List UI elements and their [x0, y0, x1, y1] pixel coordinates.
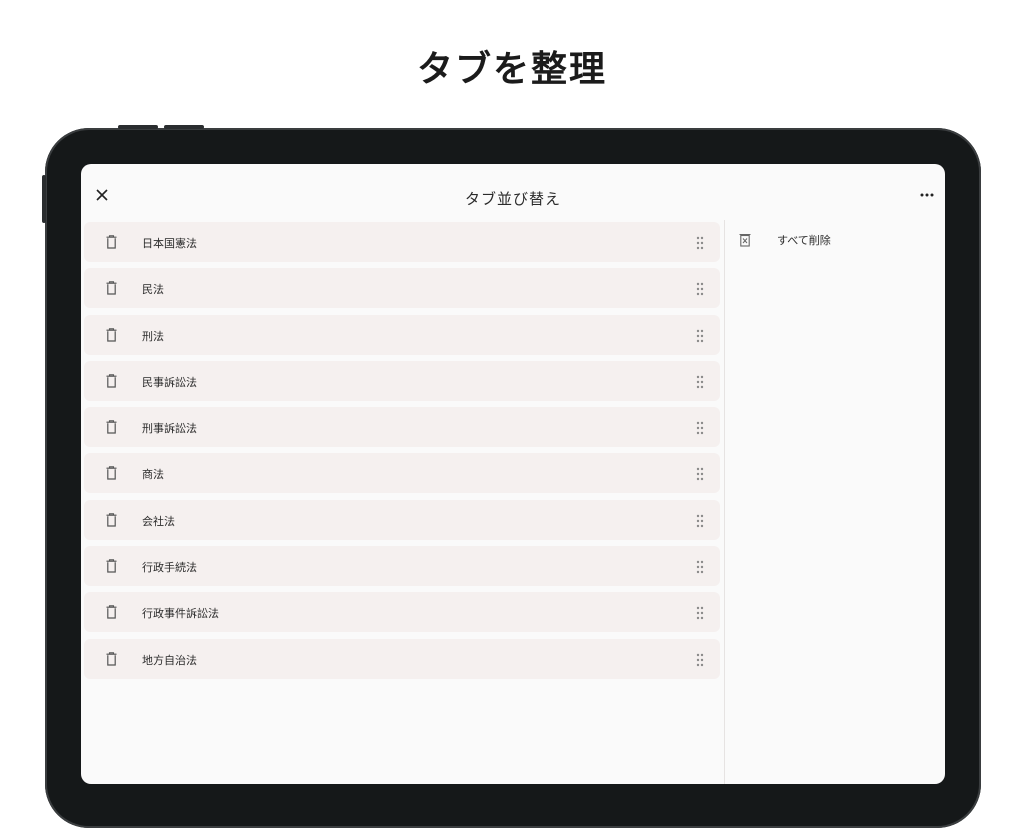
drag-handle[interactable] [696, 281, 704, 296]
top-bar: タブ並び替え [81, 164, 945, 220]
tab-row[interactable]: 会社法 [84, 499, 720, 540]
tab-row[interactable]: 商法 [84, 453, 720, 494]
tab-label: 日本国憲法 [142, 237, 197, 250]
tab-row[interactable]: 行政手続法 [84, 546, 720, 587]
drag-handle[interactable] [696, 559, 704, 574]
trash-icon [106, 605, 117, 619]
app-screen: タブ並び替え 日本国憲法 民法 刑法 民事訴訟法 刑事訴訟法 商法 会社法 行政… [81, 164, 945, 784]
delete-all-icon [739, 232, 751, 247]
volume-button [118, 125, 158, 129]
delete-tab-button[interactable] [106, 419, 120, 435]
drag-handle-icon [696, 468, 704, 481]
tab-row[interactable]: 民事訴訟法 [84, 360, 720, 401]
drag-handle-icon [696, 653, 704, 666]
tab-label: 刑事訴訟法 [142, 422, 197, 436]
tab-label: 商法 [142, 468, 164, 482]
more-button[interactable] [917, 186, 937, 202]
delete-tab-button[interactable] [106, 651, 120, 667]
trash-icon [106, 420, 117, 434]
drag-handle-icon [696, 421, 704, 435]
side-button [42, 175, 46, 223]
drag-handle[interactable] [696, 235, 704, 250]
tab-label: 行政事件訴訟法 [142, 607, 219, 621]
tab-label: 民事訴訟法 [142, 375, 197, 389]
delete-tab-button[interactable] [106, 327, 120, 343]
trash-icon [106, 466, 117, 481]
drag-handle-icon [696, 514, 704, 527]
drag-handle-icon [696, 283, 704, 296]
delete-tab-button[interactable] [106, 558, 120, 574]
tab-label: 会社法 [142, 514, 175, 528]
drag-handle-icon [696, 375, 704, 389]
tab-label: 行政手続法 [142, 561, 197, 575]
tab-row[interactable]: 地方自治法 [84, 638, 720, 679]
delete-tab-button[interactable] [106, 280, 120, 296]
delete-tab-button[interactable] [106, 512, 120, 528]
tab-label: 民法 [142, 283, 164, 297]
delete-tab-button[interactable] [106, 234, 120, 250]
headline: タブを整理 [416, 49, 607, 90]
tab-label: 地方自治法 [142, 653, 197, 667]
drag-handle-icon [696, 329, 704, 342]
drag-handle[interactable] [696, 513, 704, 527]
trash-icon [106, 327, 117, 342]
volume-button [164, 125, 204, 129]
trash-icon [106, 374, 117, 388]
tab-list: 日本国憲法 民法 刑法 民事訴訟法 刑事訴訟法 商法 会社法 行政手続法 行政事… [84, 222, 720, 685]
trash-icon [106, 651, 117, 666]
tab-row[interactable]: 刑事訴訟法 [84, 407, 720, 448]
screen-title: タブ並び替え [464, 190, 561, 208]
trash-icon [106, 281, 117, 295]
drag-handle[interactable] [696, 652, 704, 666]
drag-handle[interactable] [696, 420, 704, 435]
trash-icon [106, 235, 117, 249]
tab-row[interactable]: 行政事件訴訟法 [84, 592, 720, 633]
delete-all-button[interactable]: すべて削除 [739, 232, 889, 248]
tab-row[interactable]: 民法 [84, 268, 720, 309]
trash-icon [106, 513, 117, 527]
drag-handle-icon [696, 607, 704, 620]
drag-handle[interactable] [696, 466, 704, 481]
drag-handle[interactable] [696, 328, 704, 342]
delete-tab-button[interactable] [106, 604, 120, 620]
delete-tab-button[interactable] [106, 373, 120, 389]
drag-handle[interactable] [696, 605, 704, 620]
tab-row[interactable]: 日本国憲法 [84, 222, 720, 262]
tab-label: 刑法 [142, 329, 164, 343]
more-horizontal-icon [920, 193, 934, 197]
trash-icon [106, 559, 117, 573]
drag-handle[interactable] [696, 374, 704, 389]
drag-handle-icon [696, 560, 704, 574]
tab-row[interactable]: 刑法 [84, 314, 720, 355]
side-panel: すべて削除 [725, 220, 945, 784]
delete-tab-button[interactable] [106, 465, 120, 481]
delete-all-label: すべて削除 [777, 234, 831, 247]
drag-handle-icon [696, 236, 704, 250]
